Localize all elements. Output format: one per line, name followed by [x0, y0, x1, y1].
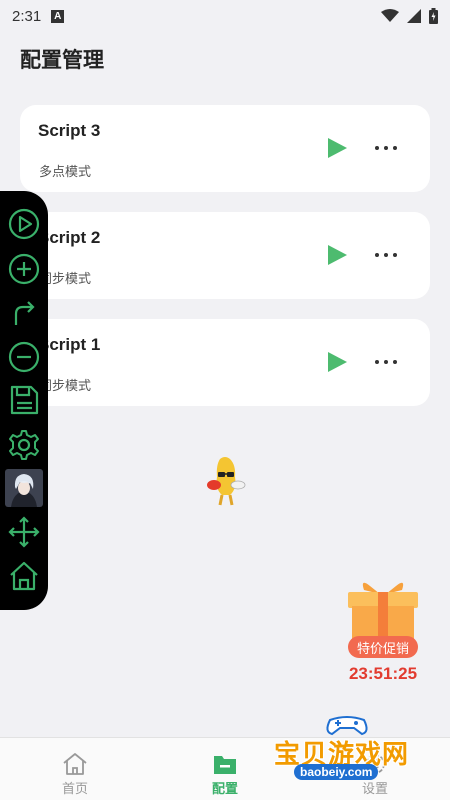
more-options-icon[interactable]: [375, 353, 397, 371]
promo-widget[interactable]: 特价促销 23:51:25: [340, 576, 426, 686]
script-name: Script 3: [38, 121, 101, 140]
promo-timer: 23:51:25: [348, 664, 418, 683]
remove-circle-icon[interactable]: [6, 339, 42, 375]
add-circle-icon[interactable]: [6, 251, 42, 287]
gamepad-icon: [326, 716, 368, 736]
watermark-url: baobeiy.com: [294, 764, 379, 780]
script-mode: 多点模式: [39, 165, 92, 180]
settings-icon[interactable]: [6, 427, 42, 463]
nav-item-config[interactable]: 配置: [185, 738, 265, 800]
battery-icon: [429, 8, 438, 24]
mascot-sticker: [207, 457, 246, 506]
more-options-icon[interactable]: [375, 139, 397, 157]
home-icon[interactable]: [6, 558, 42, 594]
play-circle-icon[interactable]: [6, 206, 42, 242]
more-options-icon[interactable]: [375, 246, 397, 264]
home-icon: [63, 753, 87, 775]
move-icon[interactable]: [6, 514, 42, 550]
play-icon[interactable]: [325, 136, 349, 160]
notification-icon: A: [51, 9, 65, 23]
nav-label-config: 配置: [211, 782, 238, 797]
redo-arrow-icon[interactable]: [6, 295, 42, 331]
avatar[interactable]: [5, 469, 43, 507]
play-icon[interactable]: [325, 243, 349, 267]
promo-label: 特价促销: [348, 636, 418, 658]
play-icon[interactable]: [325, 350, 349, 374]
wifi-icon: [381, 9, 399, 22]
nav-item-home[interactable]: 首页: [35, 738, 115, 800]
page-title: 配置管理: [20, 48, 104, 72]
status-time: 2:31: [12, 7, 42, 25]
signal-icon: [407, 9, 421, 23]
script-card[interactable]: Script 2 同步模式: [20, 212, 430, 299]
save-icon[interactable]: [6, 382, 42, 418]
status-bar: 2:31 A: [0, 0, 450, 32]
folder-icon: [214, 756, 236, 774]
status-indicators: [381, 8, 438, 24]
watermark: 宝贝游戏网 baobeiy.com: [270, 712, 430, 788]
script-card[interactable]: Script 3 多点模式: [20, 105, 430, 192]
floating-toolbar[interactable]: [0, 191, 48, 610]
script-card[interactable]: Script 1 同步模式: [20, 319, 430, 406]
nav-label-home: 首页: [61, 782, 88, 797]
